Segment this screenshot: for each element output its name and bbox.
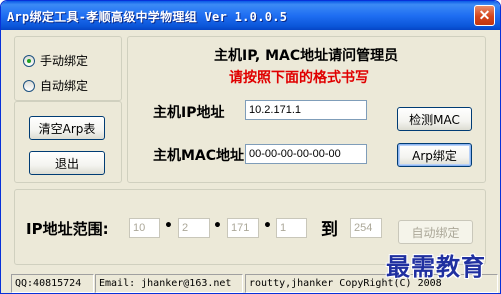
auto-bind-button[interactable]: 自动绑定 — [398, 220, 473, 244]
clear-arp-button[interactable]: 清空Arp表 — [29, 116, 105, 140]
ip-range-label: IP地址范围: — [26, 220, 109, 238]
heading-contact-admin: 主机IP, MAC地址请问管理员 — [214, 48, 399, 64]
auto-bind-radio[interactable]: 自动绑定 — [23, 77, 88, 94]
watermark: 最需教育 — [386, 252, 486, 281]
ip-label: 主机IP地址 — [153, 105, 225, 121]
to-label: 到 — [321, 220, 338, 240]
host-ip-input[interactable]: 10.2.171.1 — [245, 100, 367, 120]
octet-separator: • — [213, 218, 222, 234]
detect-mac-button[interactable]: 检测MAC — [397, 107, 472, 131]
main-window: Arp绑定工具-孝顺高级中学物理组 Ver 1.0.0.5 ✕ 手动绑定 自动绑… — [0, 0, 501, 294]
range-end-input[interactable]: 254 — [350, 218, 382, 238]
range-octet1-input[interactable]: 10 — [129, 218, 160, 238]
radio-checked-icon[interactable] — [23, 54, 35, 67]
close-button[interactable]: ✕ — [474, 5, 495, 26]
host-mac-input[interactable]: 00-00-00-00-00-00 — [245, 144, 367, 164]
octet-separator: • — [164, 218, 173, 234]
range-start-input[interactable]: 1 — [276, 218, 307, 238]
range-octet2-input[interactable]: 2 — [178, 218, 210, 238]
radio-unchecked-icon[interactable] — [23, 79, 35, 92]
range-octet3-input[interactable]: 171 — [227, 218, 259, 238]
arp-bind-button[interactable]: Arp绑定 — [397, 143, 472, 167]
title-bar[interactable]: Arp绑定工具-孝顺高级中学物理组 Ver 1.0.0.5 ✕ — [1, 1, 500, 30]
auto-bind-label: 自动绑定 — [40, 79, 89, 93]
window-title: Arp绑定工具-孝顺高级中学物理组 Ver 1.0.0.5 — [7, 10, 288, 24]
octet-separator: • — [263, 218, 272, 234]
exit-button[interactable]: 退出 — [29, 151, 105, 175]
manual-bind-radio[interactable]: 手动绑定 — [23, 52, 88, 69]
instruction-text: 请按照下面的格式书写 — [229, 70, 369, 86]
mac-label: 主机MAC地址 — [153, 148, 245, 164]
manual-bind-label: 手动绑定 — [40, 54, 89, 68]
status-email: Email: jhanker@163.net — [95, 274, 243, 293]
status-qq: QQ:40815724 — [11, 274, 94, 293]
